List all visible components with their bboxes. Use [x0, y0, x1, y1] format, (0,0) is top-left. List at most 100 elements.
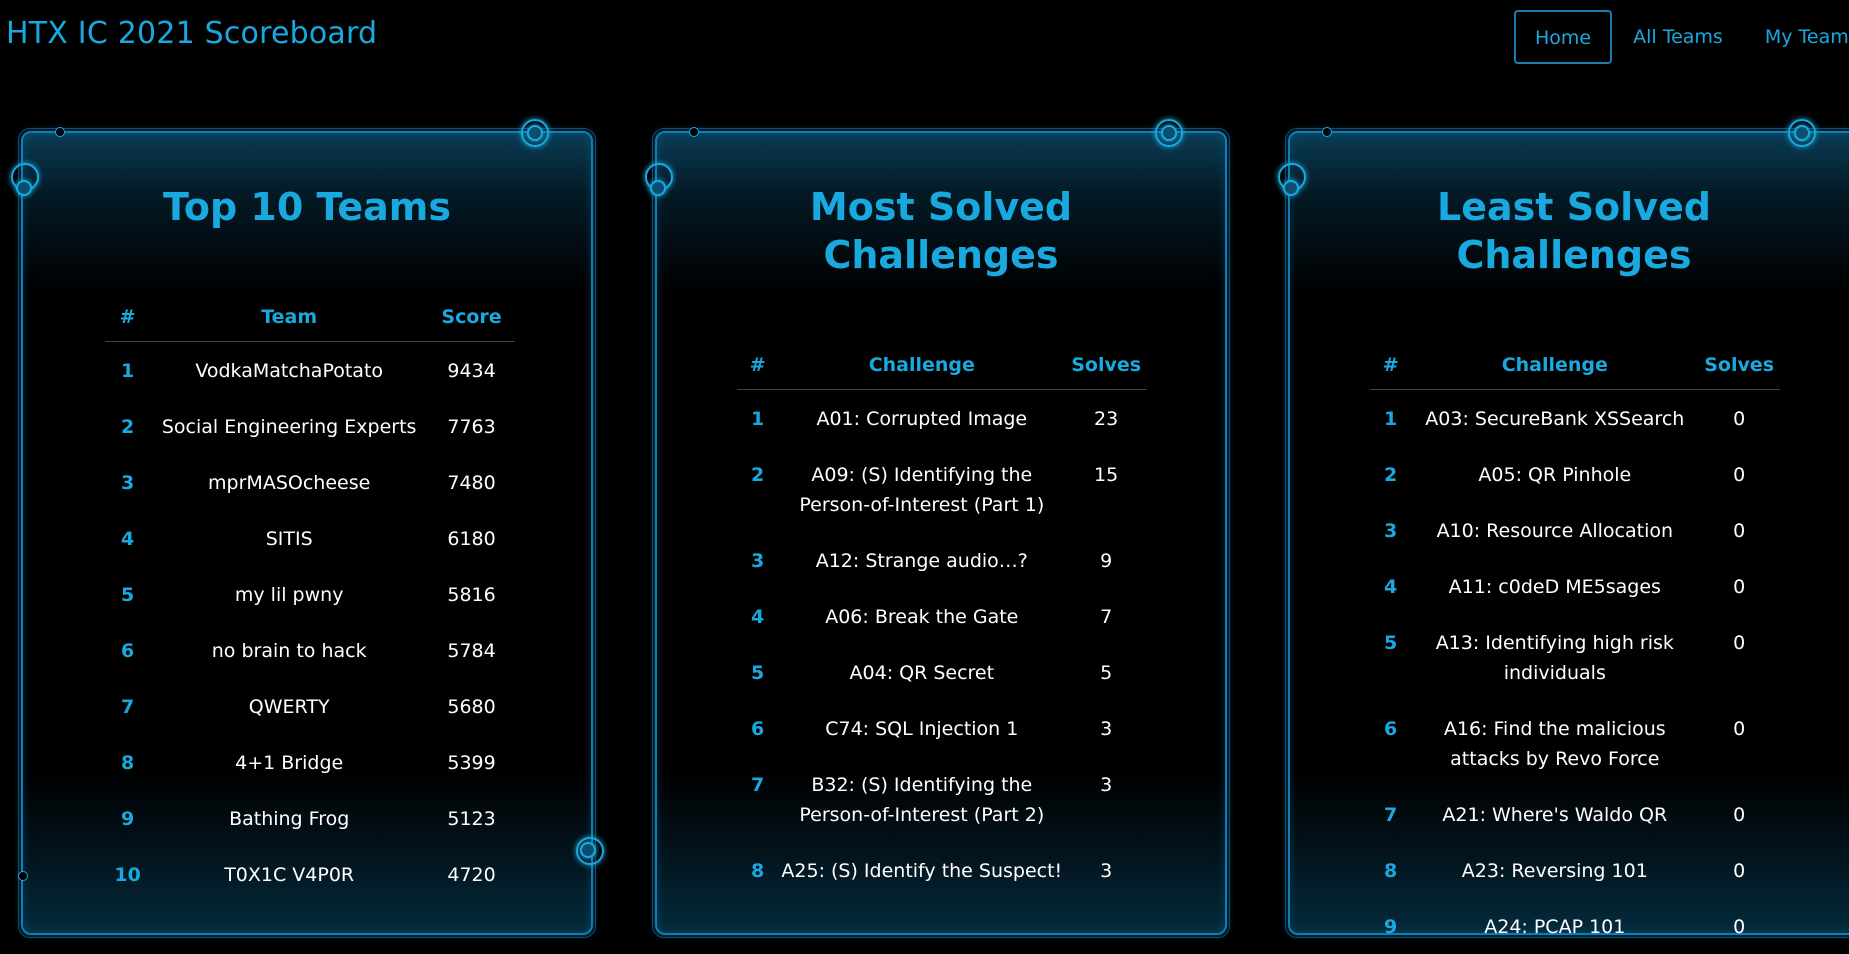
- rank-cell: 1: [751, 408, 765, 430]
- challenge-name-cell[interactable]: A16: Find the malicious attacks by Revo …: [1411, 700, 1698, 786]
- panel-title-line1: Most Solved: [809, 185, 1073, 229]
- score-cell: 5123: [447, 808, 496, 830]
- frame-node-icon: [1322, 127, 1332, 137]
- solves-cell: 0: [1733, 576, 1746, 598]
- solves-cell: 0: [1733, 464, 1746, 486]
- team-row[interactable]: 5 my lil pwny 5816: [105, 566, 515, 622]
- team-row[interactable]: 6 no brain to hack 5784: [105, 622, 515, 678]
- team-name-cell[interactable]: T0X1C V4P0R: [150, 846, 428, 902]
- solves-cell: 0: [1733, 520, 1746, 542]
- score-cell: 7763: [447, 416, 496, 438]
- rank-cell: 9: [120, 808, 135, 830]
- team-name-cell[interactable]: VodkaMatchaPotato: [150, 342, 428, 399]
- nav-all-teams[interactable]: All Teams: [1612, 11, 1744, 63]
- challenge-row[interactable]: 5 A13: Identifying high risk individuals 0: [1370, 614, 1780, 700]
- brand-title[interactable]: HTX IC 2021 Scoreboard: [6, 16, 377, 51]
- rank-cell: 6: [751, 718, 765, 740]
- solves-cell: 0: [1733, 916, 1746, 938]
- challenge-row[interactable]: 8 A23: Reversing 101 0: [1370, 842, 1780, 898]
- solves-cell: 3: [1100, 774, 1113, 796]
- challenge-name-cell[interactable]: A23: Reversing 101: [1411, 842, 1698, 898]
- challenge-row[interactable]: 3 A12: Strange audio…? 9: [737, 532, 1147, 588]
- frame-knob-icon: [527, 125, 543, 141]
- rank-cell: 4: [1384, 576, 1398, 598]
- solves-cell: 3: [1100, 860, 1113, 882]
- team-row[interactable]: 8 4+1 Bridge 5399: [105, 734, 515, 790]
- col-rank-header: #: [105, 293, 151, 342]
- challenge-name-cell[interactable]: A05: QR Pinhole: [1411, 446, 1698, 502]
- rank-cell: 2: [120, 416, 135, 438]
- challenge-row[interactable]: 7 B32: (S) Identifying the Person-of-Inte…: [737, 756, 1147, 842]
- table-header-row: # Challenge Solves: [737, 341, 1147, 390]
- col-solves-header: Solves: [1698, 341, 1780, 390]
- score-cell: 5399: [447, 752, 496, 774]
- least-solved-panel: Least Solved Challenges # Challenge Solv…: [1278, 119, 1849, 938]
- challenge-row[interactable]: 1 A01: Corrupted Image 23: [737, 390, 1147, 447]
- challenge-name-cell[interactable]: A09: (S) Identifying the Person-of-Inter…: [778, 446, 1065, 532]
- team-row[interactable]: 4 SITIS 6180: [105, 510, 515, 566]
- navbar: HTX IC 2021 Scoreboard Home All Teams My…: [0, 0, 1849, 72]
- rank-cell: 8: [751, 860, 765, 882]
- solves-cell: 0: [1733, 408, 1746, 430]
- challenge-row[interactable]: 3 A10: Resource Allocation 0: [1370, 502, 1780, 558]
- team-name-cell[interactable]: Bathing Frog: [150, 790, 428, 846]
- challenge-row[interactable]: 7 A21: Where's Waldo QR 0: [1370, 786, 1780, 842]
- nav-my-team[interactable]: My Team: [1744, 11, 1849, 63]
- solves-cell: 7: [1100, 606, 1113, 628]
- team-name-cell[interactable]: Social Engineering Experts: [150, 398, 428, 454]
- team-name-cell[interactable]: QWERTY: [150, 678, 428, 734]
- rank-cell: 7: [1384, 804, 1398, 826]
- team-name-cell[interactable]: SITIS: [150, 510, 428, 566]
- team-name-cell[interactable]: my lil pwny: [150, 566, 428, 622]
- team-row[interactable]: 1 VodkaMatchaPotato 9434: [105, 342, 515, 399]
- challenge-name-cell[interactable]: C74: SQL Injection 1: [778, 700, 1065, 756]
- score-cell: 5680: [447, 696, 496, 718]
- challenge-name-cell[interactable]: B32: (S) Identifying the Person-of-Inter…: [778, 756, 1065, 842]
- rank-cell: 7: [751, 774, 765, 796]
- challenge-name-cell[interactable]: A13: Identifying high risk individuals: [1411, 614, 1698, 700]
- solves-cell: 0: [1733, 632, 1746, 654]
- challenge-row[interactable]: 2 A05: QR Pinhole 0: [1370, 446, 1780, 502]
- challenge-name-cell[interactable]: A01: Corrupted Image: [778, 390, 1065, 447]
- challenge-row[interactable]: 4 A11: c0deD ME5sages 0: [1370, 558, 1780, 614]
- table-header-row: # Team Score: [105, 293, 515, 342]
- table-header-row: # Challenge Solves: [1370, 341, 1780, 390]
- challenge-name-cell[interactable]: A10: Resource Allocation: [1411, 502, 1698, 558]
- challenge-row[interactable]: 5 A04: QR Secret 5: [737, 644, 1147, 700]
- challenge-row[interactable]: 1 A03: SecureBank XSSearch 0: [1370, 390, 1780, 447]
- team-name-cell[interactable]: 4+1 Bridge: [150, 734, 428, 790]
- challenge-row[interactable]: 8 A25: (S) Identify the Suspect! 3: [737, 842, 1147, 898]
- most-solved-table: # Challenge Solves 1 A01: Corrupted Image…: [737, 341, 1147, 898]
- challenge-name-cell[interactable]: A04: QR Secret: [778, 644, 1065, 700]
- solves-cell: 0: [1733, 718, 1746, 740]
- challenge-name-cell[interactable]: A25: (S) Identify the Suspect!: [778, 842, 1065, 898]
- team-row[interactable]: 7 QWERTY 5680: [105, 678, 515, 734]
- team-row[interactable]: 10 T0X1C V4P0R 4720: [105, 846, 515, 902]
- team-row[interactable]: 3 mprMASOcheese 7480: [105, 454, 515, 510]
- challenge-name-cell[interactable]: A21: Where's Waldo QR: [1411, 786, 1698, 842]
- challenge-row[interactable]: 9 A24: PCAP 101 0: [1370, 898, 1780, 954]
- nav-home[interactable]: Home: [1514, 10, 1613, 64]
- challenge-name-cell[interactable]: A06: Break the Gate: [778, 588, 1065, 644]
- team-name-cell[interactable]: no brain to hack: [150, 622, 428, 678]
- team-row[interactable]: 2 Social Engineering Experts 7763: [105, 398, 515, 454]
- challenge-name-cell[interactable]: A24: PCAP 101: [1411, 898, 1698, 954]
- panel-title-line2: Challenges: [1456, 233, 1692, 277]
- challenge-row[interactable]: 4 A06: Break the Gate 7: [737, 588, 1147, 644]
- top-teams-table: # Team Score 1 VodkaMatchaPotato 9434 2 Soci…: [105, 293, 515, 902]
- col-team-header: Team: [150, 293, 429, 342]
- challenge-row[interactable]: 6 C74: SQL Injection 1 3: [737, 700, 1147, 756]
- challenge-row[interactable]: 6 A16: Find the malicious attacks by Revo…: [1370, 700, 1780, 786]
- rank-cell: 5: [120, 584, 135, 606]
- solves-cell: 23: [1094, 408, 1119, 430]
- challenge-row[interactable]: 2 A09: (S) Identifying the Person-of-Inte…: [737, 446, 1147, 532]
- challenge-name-cell[interactable]: A11: c0deD ME5sages: [1411, 558, 1698, 614]
- solves-cell: 5: [1100, 662, 1113, 684]
- team-row[interactable]: 9 Bathing Frog 5123: [105, 790, 515, 846]
- challenge-name-cell[interactable]: A12: Strange audio…?: [778, 532, 1065, 588]
- challenge-name-cell[interactable]: A03: SecureBank XSSearch: [1411, 390, 1698, 447]
- col-score-header: Score: [428, 293, 515, 342]
- rank-cell: 4: [120, 528, 135, 550]
- team-name-cell[interactable]: mprMASOcheese: [150, 454, 428, 510]
- rank-cell: 7: [120, 696, 135, 718]
